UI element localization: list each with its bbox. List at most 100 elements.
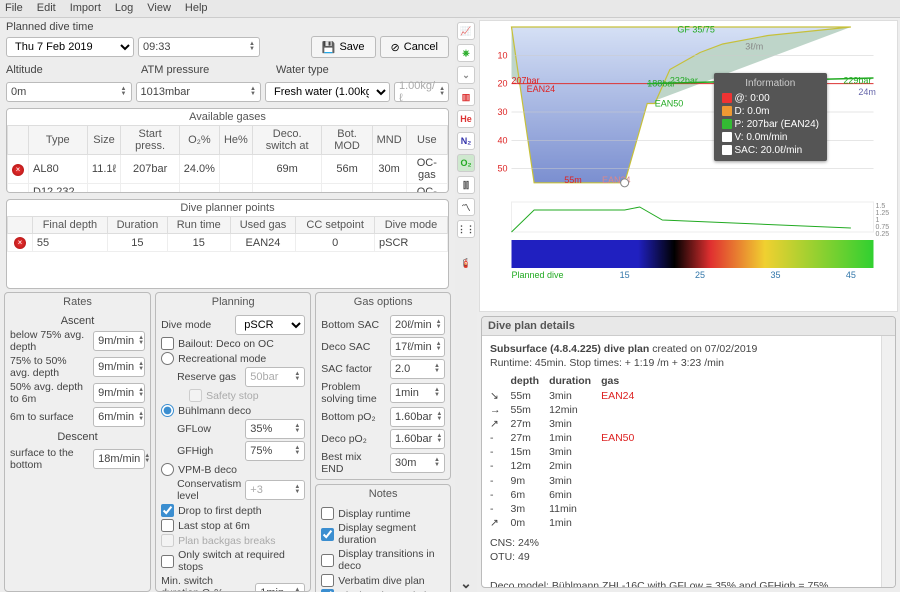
svg-text:24m: 24m [858,87,876,97]
delete-icon[interactable]: × [14,237,26,249]
menu-import[interactable]: Import [70,2,101,15]
bottomsac-spinner[interactable]: 20ℓ/min▲▼ [390,315,445,335]
decosac-spinner[interactable]: 17ℓ/min▲▼ [390,337,445,357]
r6surf-label: 6m to surface [10,411,89,423]
reservegas-label: Reserve gas [177,371,241,383]
save-button[interactable]: 💾Save [311,36,376,58]
minswitch-spinner[interactable]: 1min▲▼ [255,583,305,591]
tool-scale-icon[interactable]: ⋮⋮ [457,220,475,238]
svg-text:3ℓ/m: 3ℓ/m [745,42,763,52]
sacfactor-spinner[interactable]: 2.0▲▼ [390,359,445,379]
atm-spinner[interactable]: 1013mbar▲▼ [136,82,262,102]
otu-line: OTU: 49 [490,550,887,564]
tool-po2-icon[interactable]: ⎈ [457,44,475,62]
table-row[interactable]: ×551515EAN240pSCR [8,234,448,252]
laststop-label: Last stop at 6m [178,520,250,532]
menu-help[interactable]: Help [185,2,208,15]
r75to50-spinner[interactable]: 9m/min▲▼ [93,357,145,377]
runtime-line: Runtime: 45min. Stop times: + 1:19 /m + … [490,356,887,370]
divemode-select[interactable]: pSCR [235,315,305,335]
menu-log[interactable]: Log [115,2,133,15]
details-scrollbar[interactable] [881,336,895,587]
vpmb-radio[interactable] [161,463,174,476]
recreational-radio[interactable] [161,352,174,365]
tool-profile-icon[interactable]: 📈 [457,22,475,40]
tool-deco-icon[interactable]: ▥ [457,88,475,106]
bestmix-spinner[interactable]: 30m▲▼ [390,453,445,473]
date-select[interactable]: Thu 7 Feb 2019 [6,37,134,57]
svg-text:20: 20 [497,79,507,89]
delete-icon[interactable]: × [12,193,24,194]
svg-text:25: 25 [695,270,705,280]
svg-text:40: 40 [497,135,507,145]
tool-rate-icon[interactable]: 〽 [457,198,475,216]
recreational-label: Recreational mode [178,353,266,365]
bailout-check[interactable] [161,337,174,350]
cns-line: CNS: 24% [490,536,887,550]
svg-text:Planned dive: Planned dive [512,270,564,280]
dispseg-check[interactable] [321,528,334,541]
bottompo2-spinner[interactable]: 1.60bar▲▼ [390,407,445,427]
tool-n2-icon[interactable]: N₂ [457,132,475,150]
dropfirst-label: Drop to first depth [178,505,261,517]
verbatim-check[interactable] [321,574,334,587]
dispruntime-check[interactable] [321,507,334,520]
left-column: Planned dive time Thu 7 Feb 2019 09:33▲▼… [0,18,455,592]
probtime-label: Problem solving time [321,381,386,405]
altitude-spinner[interactable]: 0m▲▼ [6,82,132,102]
surfbottom-spinner[interactable]: 18m/min▲▼ [93,449,145,469]
below75-spinner[interactable]: 9m/min▲▼ [93,331,145,351]
table-row[interactable]: ×AL8011.1ℓ207bar24.0%69m56m30mOC-gas [8,155,448,184]
disptrans-label: Display transitions in deco [338,548,445,572]
gases-table[interactable]: TypeSizeStart press.O₂%He%Deco. switch a… [7,125,448,193]
planner-points-table[interactable]: Final depthDurationRun timeUsed gasCC se… [7,216,448,252]
svg-text:EAN24: EAN24 [527,84,556,94]
chart-toolbar: 📈 ⎈ ⌄ ▥ He N₂ O₂ ⫿⫿ 〽 ⋮⋮ 🧯 ⌄ [455,18,477,592]
table-row[interactable]: ×D12 232 bar24.0ℓ232bar50.0%27m22m30mOC-… [8,184,448,194]
details-body[interactable]: Subsurface (4.8.4.225) dive plan created… [482,336,895,587]
gfhigh-label: GFHigh [177,445,241,457]
details-title: Dive plan details [482,317,895,336]
profile-chart[interactable]: 1020304050GF 35/75207barEAN2455mEAN24188… [479,20,898,312]
probtime-spinner[interactable]: 1min▲▼ [390,383,445,403]
tool-expand-icon[interactable]: ⌄ [457,574,475,592]
gfhigh-spinner[interactable]: 75%▲▼ [245,441,305,461]
decopo2-spinner[interactable]: 1.60bar▲▼ [390,429,445,449]
buhlmann-radio[interactable] [161,404,174,417]
altitude-label: Altitude [6,64,141,76]
time-spinner[interactable]: 09:33▲▼ [138,37,260,57]
r50to6-spinner[interactable]: 9m/min▲▼ [93,383,145,403]
dropfirst-check[interactable] [161,504,174,517]
svg-text:229bar: 229bar [843,76,871,86]
tool-graph-icon[interactable]: ⫿⫿ [457,176,475,194]
menu-view[interactable]: View [147,2,171,15]
svg-text:232bar: 232bar [670,76,698,86]
tool-ceiling-icon[interactable]: ⌄ [457,66,475,84]
tool-o2-icon[interactable]: O₂ [457,154,475,172]
menu-edit[interactable]: Edit [37,2,56,15]
gflow-spinner[interactable]: 35%▲▼ [245,419,305,439]
cancel-button[interactable]: ⊘Cancel [380,36,449,58]
disptrans-check[interactable] [321,554,334,567]
decosac-label: Deco SAC [321,341,386,353]
delete-icon[interactable]: × [12,164,24,176]
tool-he-icon[interactable]: He [457,110,475,128]
menu-file[interactable]: File [5,2,23,15]
onlyswitch-check[interactable] [161,555,174,568]
svg-text:GF 35/75: GF 35/75 [677,25,715,35]
below75-label: below 75% avg. depth [10,329,89,353]
plan-table: depthdurationgas↘55m3minEAN24→55m12min↗2… [490,374,644,530]
svg-text:1.5: 1.5 [876,203,886,210]
laststop-check[interactable] [161,519,174,532]
watertype-select[interactable]: Fresh water (1.00kg/ℓ) [265,82,390,102]
decomodel-line: Deco model: Bühlmann ZHL-16C with GFLow … [490,579,887,587]
planner-points-title: Dive planner points [7,200,448,216]
tool-tank-icon[interactable]: 🧯 [457,254,475,272]
r6surf-spinner[interactable]: 6m/min▲▼ [93,407,145,427]
bailout-label: Bailout: Deco on OC [178,338,274,350]
right-column: 📈 ⎈ ⌄ ▥ He N₂ O₂ ⫿⫿ 〽 ⋮⋮ 🧯 ⌄ 1020304050G… [455,18,900,592]
bottomsac-label: Bottom SAC [321,319,386,331]
descent-subhead: Descent [10,431,145,443]
verbatim-label: Verbatim dive plan [338,575,424,587]
watertype-label: Water type [276,64,329,76]
